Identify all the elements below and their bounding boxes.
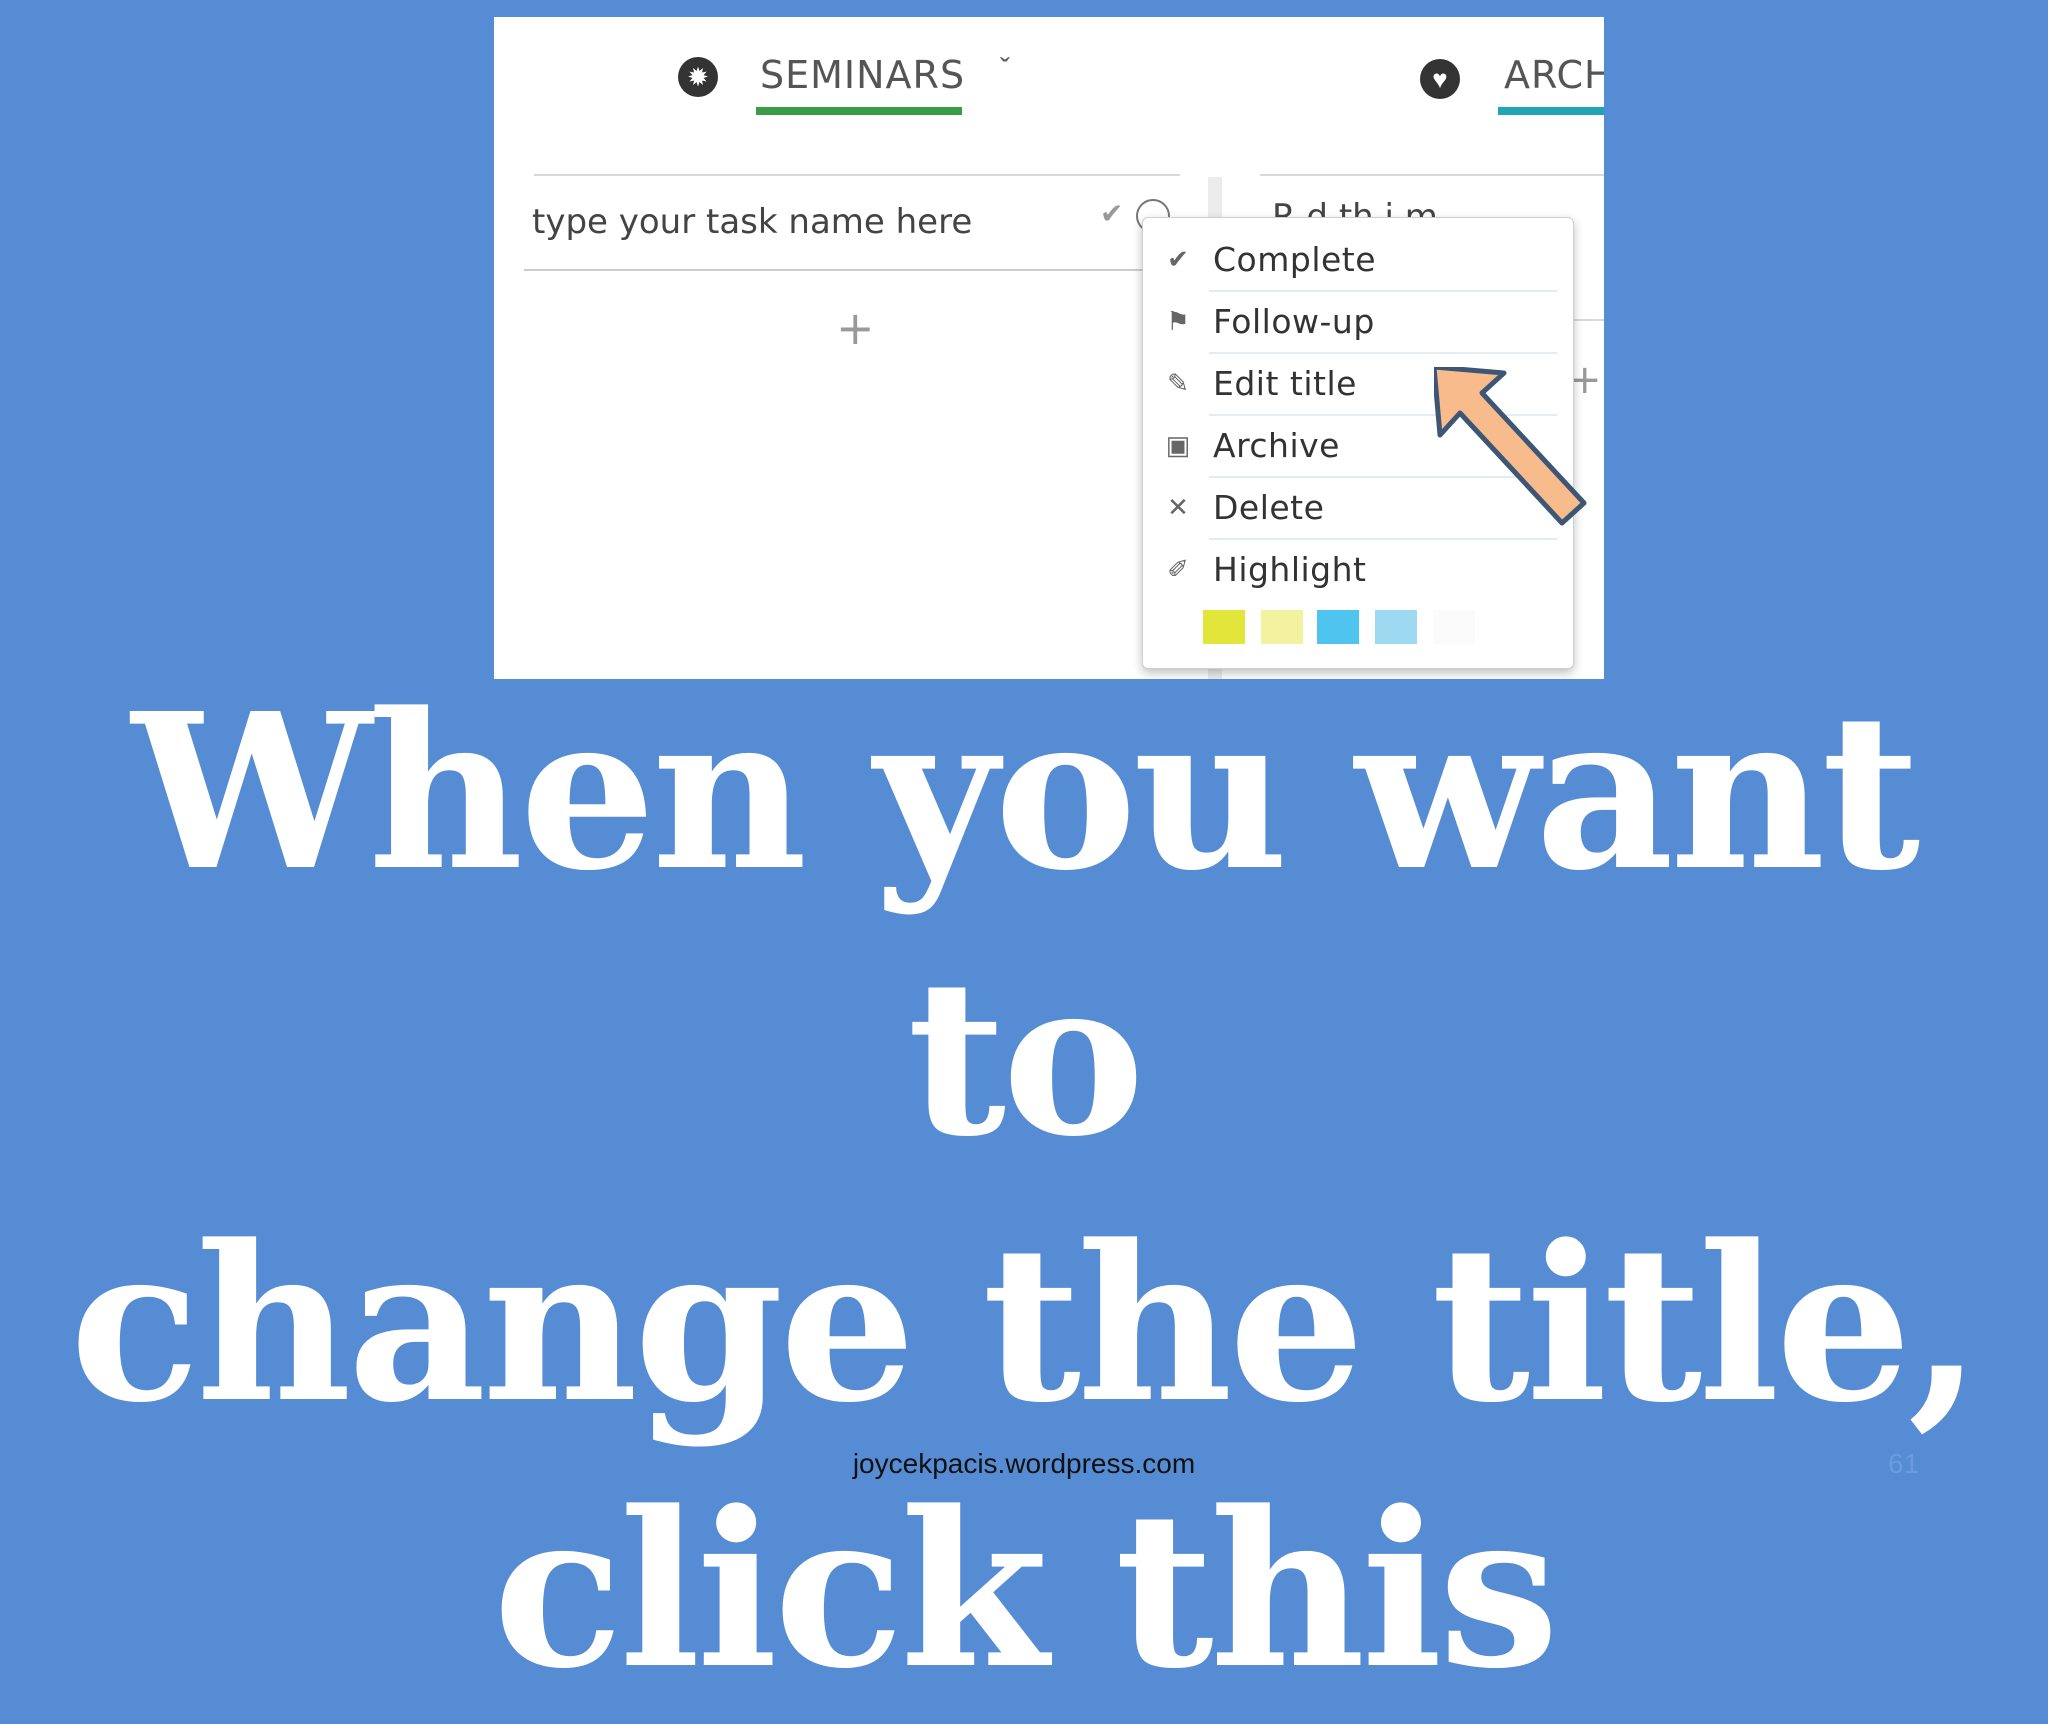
slide-headline: When you want to change the title, click… (0, 660, 2048, 1724)
add-task-button[interactable]: + (836, 301, 875, 355)
flag-icon: ⚑ (1166, 306, 1190, 336)
highlight-swatch-blue[interactable] (1317, 610, 1359, 644)
highlight-swatch-light-blue[interactable] (1375, 610, 1417, 644)
archive-box-icon: ▣ (1165, 430, 1191, 460)
checkmark-icon[interactable]: ✔ (1100, 197, 1123, 230)
tab-seminars[interactable]: SEMINARS (760, 53, 965, 97)
tab-archive-underline (1498, 107, 1604, 115)
tab-seminars-underline (756, 107, 962, 115)
x-icon: ✕ (1167, 492, 1189, 522)
task-row-divider (524, 269, 1144, 271)
highlight-swatch-pale-yellow[interactable] (1261, 610, 1303, 644)
column-top-divider (534, 174, 1180, 176)
lightbulb-icon: ✹ (678, 57, 718, 97)
highlight-swatch-white[interactable] (1433, 610, 1475, 644)
headline-line: change the title, (69, 1199, 1982, 1450)
menu-item-complete[interactable]: ✔ Complete (1143, 230, 1573, 292)
check-icon: ✔ (1167, 244, 1189, 274)
menu-item-label: Edit title (1213, 364, 1357, 403)
column-top-divider-2 (1260, 174, 1604, 176)
pencil-icon: ✎ (1167, 368, 1189, 398)
pointer-arrow-icon (1434, 367, 1587, 526)
chevron-down-icon[interactable]: ˇ (1000, 53, 1010, 87)
footer-website: joycekpacis.wordpress.com (852, 1448, 1196, 1479)
app-screenshot: ✹ SEMINARS ˇ ♥ ARCH ✔ + R d th i m + ✔ C… (494, 17, 1604, 679)
second-column-divider (1574, 319, 1604, 321)
tab-archive[interactable]: ARCH (1504, 53, 1604, 97)
heart-icon: ♥ (1420, 59, 1460, 99)
highlighter-icon: ✐ (1167, 554, 1189, 584)
highlight-swatch-yellow[interactable] (1203, 610, 1245, 644)
slide-page-number: 61 (1888, 1448, 1920, 1479)
menu-item-label: Complete (1213, 240, 1377, 279)
menu-item-label: Follow-up (1213, 302, 1375, 341)
headline-line: When you want to (131, 667, 1921, 1184)
menu-item-label: Archive (1213, 426, 1340, 465)
task-name-input[interactable] (532, 197, 1072, 247)
menu-item-label: Delete (1213, 488, 1325, 527)
menu-item-follow-up[interactable]: ⚑ Follow-up (1143, 292, 1573, 354)
menu-item-label: Highlight (1213, 550, 1367, 589)
headline-line: click this (492, 1465, 1559, 1716)
